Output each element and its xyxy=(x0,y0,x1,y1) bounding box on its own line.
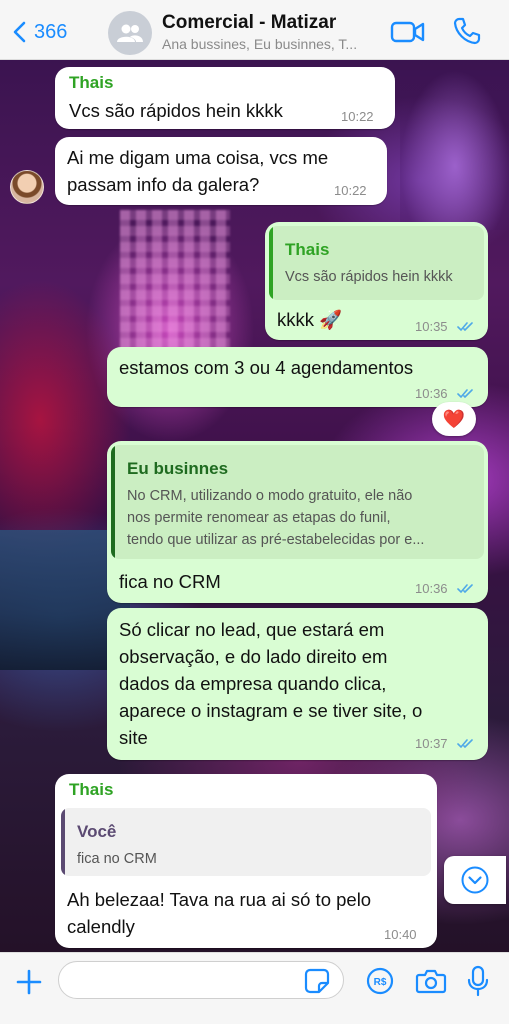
chat-header: 366 Comercial - Matizar Ana bussines, Eu… xyxy=(0,0,509,60)
message-time: 10:22 xyxy=(341,109,374,124)
scroll-to-bottom-button[interactable] xyxy=(444,856,506,904)
message-time: 10:40 xyxy=(384,927,417,942)
message-text-line: calendly xyxy=(67,916,135,937)
message-composer: R$ xyxy=(0,952,509,1024)
sticker-icon[interactable] xyxy=(304,968,330,994)
quote-bar xyxy=(61,808,65,876)
quote-sender: Thais xyxy=(285,240,330,259)
message-sender: Thais xyxy=(69,780,114,799)
quote-text: fica no CRM xyxy=(77,851,157,867)
phone-icon[interactable] xyxy=(452,16,482,46)
read-ticks-icon xyxy=(457,584,473,594)
quoted-message[interactable]: Thais Vcs são rápidos hein kkkk xyxy=(269,226,484,300)
message-text-line: Só clicar no lead, que estará em xyxy=(119,619,385,640)
message-time: 10:22 xyxy=(334,183,367,198)
read-ticks-icon xyxy=(457,739,473,749)
message-input[interactable] xyxy=(58,961,344,999)
message-time: 10:37 xyxy=(415,736,448,751)
group-avatar[interactable] xyxy=(108,11,152,55)
message-text: estamos com 3 ou 4 agendamentos xyxy=(119,357,414,378)
back-button[interactable]: 366 xyxy=(12,18,67,46)
message-text: Vcs são rápidos hein kkkk xyxy=(69,100,283,121)
wallpaper-crown-glow xyxy=(400,70,509,230)
quoted-message[interactable]: Eu businnes No CRM, utilizando o modo gr… xyxy=(111,445,484,559)
message-text-line: Ah belezaa! Tava na rua ai só to pelo xyxy=(67,889,372,910)
quote-sender: Eu businnes xyxy=(127,459,229,478)
message-bubble[interactable]: Thais Vcs são rápidos hein kkkk 10:22 xyxy=(55,67,395,129)
message-bubble[interactable]: Thais Vcs são rápidos hein kkkk kkkk 🚀 1… xyxy=(265,222,488,340)
message-bubble[interactable]: Eu businnes No CRM, utilizando o modo gr… xyxy=(107,441,488,603)
message-text-line: site xyxy=(119,727,148,748)
message-sender: Thais xyxy=(69,73,114,92)
read-ticks-icon xyxy=(457,389,473,399)
chevron-left-icon xyxy=(13,21,26,43)
quote-text: Vcs são rápidos hein kkkk xyxy=(285,269,453,285)
microphone-icon[interactable] xyxy=(466,965,490,997)
unread-count: 366 xyxy=(34,20,68,43)
camera-icon[interactable] xyxy=(415,968,447,994)
quote-text-line: nos permite renomear as etapas do funil, xyxy=(127,510,391,526)
quote-bar xyxy=(269,226,273,300)
message-text-line: passam info da galera? xyxy=(67,174,260,195)
svg-text:R$: R$ xyxy=(374,977,387,988)
message-time: 10:36 xyxy=(415,386,448,401)
quote-bar xyxy=(111,445,115,559)
message-bubble[interactable]: Ai me digam uma coisa, vcs me passam inf… xyxy=(55,137,387,205)
avatar[interactable] xyxy=(10,170,44,204)
plus-icon[interactable] xyxy=(14,967,44,997)
message-bubble[interactable]: Thais Você fica no CRM Ah belezaa! Tava … xyxy=(55,774,437,948)
quoted-message[interactable]: Você fica no CRM xyxy=(61,808,431,876)
heart-reaction[interactable]: ❤️ xyxy=(432,402,476,436)
quote-text-line: No CRM, utilizando o modo gratuito, ele … xyxy=(127,488,413,504)
message-text: fica no CRM xyxy=(119,571,221,592)
read-ticks-icon xyxy=(457,322,473,332)
message-bubble[interactable]: estamos com 3 ou 4 agendamentos 10:36 xyxy=(107,347,488,407)
message-time: 10:36 xyxy=(415,581,448,596)
message-text-line: dados da empresa quando clica, xyxy=(119,673,387,694)
group-icon xyxy=(117,24,143,42)
video-camera-icon[interactable] xyxy=(390,18,426,46)
message-text-line: observação, e do lado direito em xyxy=(119,646,388,667)
message-text: kkkk 🚀 xyxy=(277,309,343,330)
message-time: 10:35 xyxy=(415,319,448,334)
chat-title[interactable]: Comercial - Matizar xyxy=(162,12,336,34)
chevron-down-circle-icon xyxy=(461,866,489,894)
message-text-line: Ai me digam uma coisa, vcs me xyxy=(67,147,329,168)
message-text-line: aparece o instagram e se tiver site, o xyxy=(119,700,423,721)
quote-sender: Você xyxy=(77,822,117,841)
quote-text-line: tendo que utilizar as pré-estabelecidas … xyxy=(127,532,425,548)
payment-icon[interactable]: R$ xyxy=(366,967,394,995)
chat-participants[interactable]: Ana bussines, Eu businnes, T... xyxy=(162,36,357,52)
message-bubble[interactable]: Só clicar no lead, que estará em observa… xyxy=(107,608,488,760)
